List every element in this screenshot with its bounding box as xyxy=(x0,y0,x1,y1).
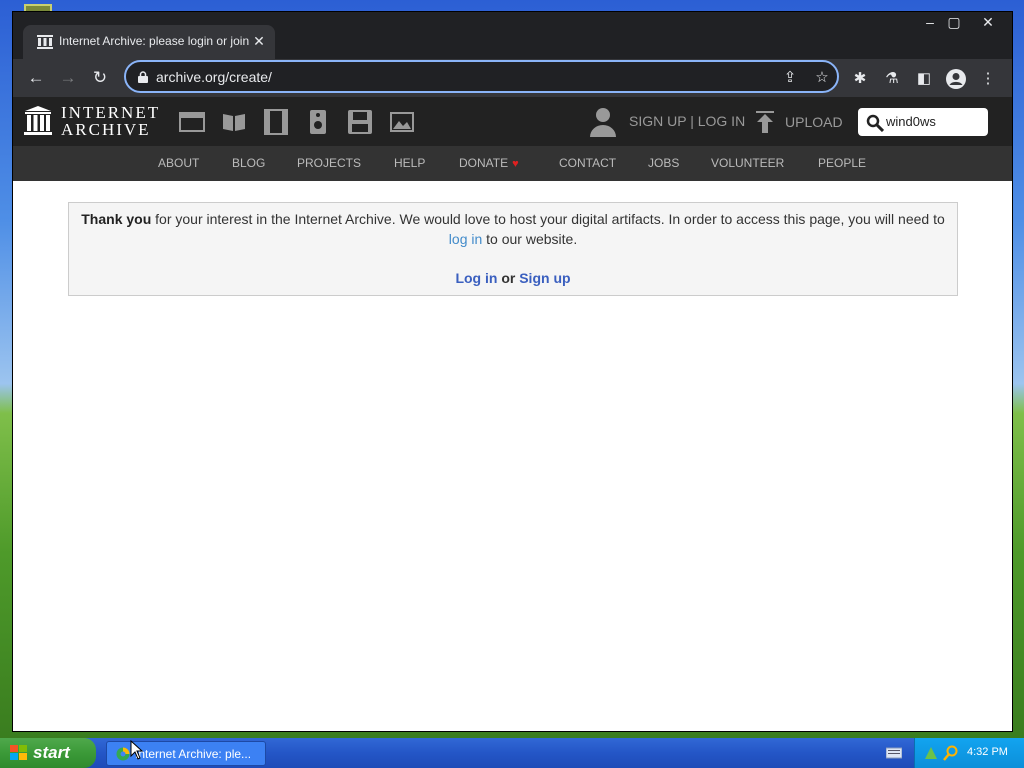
browser-tab[interactable]: Internet Archive: please login or join ✕ xyxy=(23,25,275,59)
upload-icon[interactable] xyxy=(755,111,775,133)
audio-icon[interactable] xyxy=(305,109,331,135)
software-icon[interactable] xyxy=(347,109,373,135)
ia-nav-bar: ABOUT BLOG PROJECTS HELP DONATE ♥ CONTACT… xyxy=(13,146,1012,181)
mouse-cursor-icon xyxy=(130,740,144,760)
signup-login-link[interactable]: SIGN UP | LOG IN xyxy=(629,113,745,129)
title-bar: Internet Archive: please login or join ✕… xyxy=(13,12,1012,59)
labs-flask-icon[interactable]: ⚗ xyxy=(881,68,903,90)
ia-top-bar: INTERNET ARCHIVE SIGN UP | LOG IN UPLOAD… xyxy=(13,97,1012,146)
user-icon[interactable] xyxy=(589,106,617,138)
heart-icon: ♥ xyxy=(512,158,519,170)
start-label: start xyxy=(33,743,70,762)
nav-jobs[interactable]: JOBS xyxy=(648,156,679,170)
inline-login-link[interactable]: log in xyxy=(449,231,482,247)
tab-close-icon[interactable]: ✕ xyxy=(251,32,267,50)
thank-you-text: Thank you xyxy=(81,211,152,227)
or-text: or xyxy=(497,270,520,286)
bookmark-star-icon[interactable]: ☆ xyxy=(812,68,832,88)
tab-title: Internet Archive: please login or join xyxy=(59,34,249,48)
login-notice-box: Thank you for your interest in the Inter… xyxy=(68,202,958,296)
archive-favicon-icon xyxy=(37,35,53,49)
maximize-icon[interactable]: ▢ xyxy=(939,12,969,34)
profile-avatar-icon[interactable] xyxy=(945,68,967,90)
system-tray: 4:32 PM xyxy=(914,738,1024,768)
task-label: Internet Archive: ple... xyxy=(135,747,252,761)
share-icon[interactable]: ⇪ xyxy=(780,68,800,88)
close-window-icon[interactable]: ✕ xyxy=(973,12,1003,34)
forward-arrow-icon[interactable]: → xyxy=(54,64,82,92)
search-input[interactable]: wind0ws xyxy=(858,108,988,136)
notice-text-1: for your interest in the Internet Archiv… xyxy=(151,211,945,227)
menu-kebab-icon[interactable]: ⋮ xyxy=(977,68,999,90)
nav-about[interactable]: ABOUT xyxy=(158,156,199,170)
nav-donate[interactable]: DONATE ♥ xyxy=(459,156,519,170)
signup-link[interactable]: Sign up xyxy=(519,270,570,286)
images-icon[interactable] xyxy=(389,109,415,135)
network-icon[interactable] xyxy=(923,745,939,761)
texts-icon[interactable] xyxy=(221,109,247,135)
nav-projects[interactable]: PROJECTS xyxy=(297,156,361,170)
extensions-icon[interactable]: ✱ xyxy=(849,68,871,90)
video-icon[interactable] xyxy=(263,109,289,135)
chrome-icon xyxy=(116,747,130,761)
reload-icon[interactable]: ↻ xyxy=(86,64,114,92)
side-panel-icon[interactable]: ◧ xyxy=(913,68,935,90)
url-text: archive.org/create/ xyxy=(156,69,272,85)
search-value: wind0ws xyxy=(886,114,936,129)
notice-actions: Log in or Sign up xyxy=(69,270,957,286)
browser-toolbar: ← → ↻ archive.org/create/ ⇪ ☆ ✱ ⚗ ◧ ⋮ xyxy=(13,59,1012,97)
search-icon[interactable] xyxy=(866,114,884,132)
login-link[interactable]: Log in xyxy=(455,270,497,286)
logo-text[interactable]: INTERNET ARCHIVE xyxy=(61,104,160,138)
notice-text-2: to our website. xyxy=(482,231,578,247)
upload-link[interactable]: UPLOAD xyxy=(785,114,843,130)
taskbar: start Internet Archive: ple... 4:32 PM xyxy=(0,738,1024,768)
web-icon[interactable] xyxy=(179,109,205,135)
lock-icon xyxy=(138,71,148,83)
keyboard-icon[interactable] xyxy=(886,747,902,759)
windows-logo-icon xyxy=(10,745,27,760)
nav-blog[interactable]: BLOG xyxy=(232,156,265,170)
notice-message: Thank you for your interest in the Inter… xyxy=(81,209,945,249)
nav-volunteer[interactable]: VOLUNTEER xyxy=(711,156,784,170)
clock: 4:32 PM xyxy=(967,746,1008,758)
start-button[interactable]: start xyxy=(0,738,96,768)
search-tray-icon[interactable] xyxy=(943,745,959,761)
nav-help[interactable]: HELP xyxy=(394,156,425,170)
address-bar[interactable]: archive.org/create/ ⇪ ☆ xyxy=(124,60,839,93)
nav-donate-label: DONATE xyxy=(459,156,509,170)
browser-window: Internet Archive: please login or join ✕… xyxy=(12,11,1013,732)
internet-archive-logo-icon[interactable] xyxy=(23,105,53,137)
logo-line-2: ARCHIVE xyxy=(61,120,151,139)
nav-contact[interactable]: CONTACT xyxy=(559,156,616,170)
web-page: INTERNET ARCHIVE SIGN UP | LOG IN UPLOAD… xyxy=(13,97,1012,731)
back-arrow-icon[interactable]: ← xyxy=(22,64,50,92)
logo-line-1: INTERNET xyxy=(61,103,161,122)
nav-people[interactable]: PEOPLE xyxy=(818,156,866,170)
